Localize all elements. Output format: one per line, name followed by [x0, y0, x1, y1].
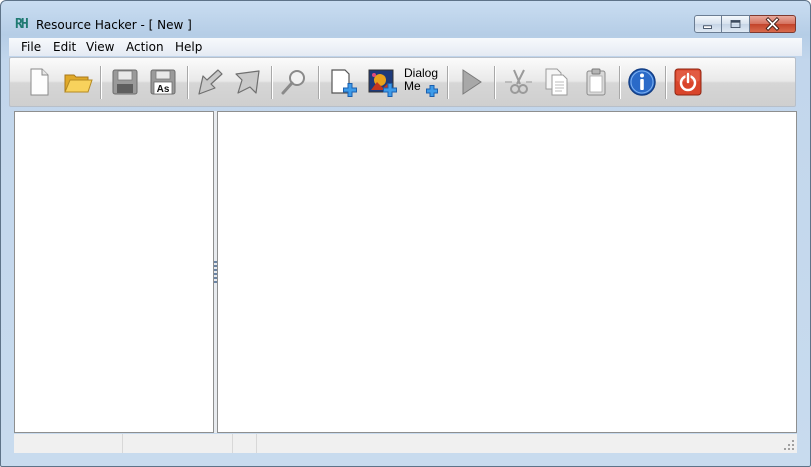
run-arrow-icon	[235, 70, 260, 94]
add-image-button[interactable]	[366, 66, 398, 98]
paste-button[interactable]	[580, 66, 612, 98]
dialog-menu-button[interactable]: Dialog Me	[404, 66, 444, 98]
status-cell-2	[123, 434, 233, 453]
save-button[interactable]	[109, 66, 141, 98]
paste-icon	[586, 68, 606, 96]
save-icon	[112, 69, 138, 95]
menu-help[interactable]: Help	[175, 39, 202, 55]
toolbar-separator	[100, 66, 102, 99]
resize-grip-icon[interactable]	[783, 439, 795, 451]
caption-buttons	[694, 15, 796, 33]
toolbar-separator	[619, 66, 621, 99]
add-resource-icon	[331, 69, 357, 97]
info-icon	[628, 68, 656, 96]
toolbar-separator	[318, 66, 320, 99]
open-folder-icon	[64, 74, 93, 93]
app-logo-icon: RH	[15, 17, 29, 32]
exit-button[interactable]	[672, 66, 704, 98]
find-button[interactable]	[278, 66, 310, 98]
app-window: RH Resource Hacker - [ New ] File Edit V…	[0, 0, 811, 467]
save-as-icon: As	[150, 69, 176, 95]
dialog-menu-icon	[426, 85, 438, 97]
new-file-icon	[30, 68, 49, 96]
new-button[interactable]	[23, 66, 55, 98]
toolbar-separator	[494, 66, 496, 99]
toolbar-separator	[271, 66, 273, 99]
close-button[interactable]	[750, 15, 796, 33]
close-icon	[765, 17, 780, 31]
play-icon	[462, 69, 482, 95]
maximize-button[interactable]	[722, 15, 750, 33]
menu-view[interactable]: View	[86, 39, 114, 55]
resource-tree-pane[interactable]	[14, 111, 214, 433]
menu-bar: File Edit View Action Help	[9, 38, 802, 56]
status-cell-3	[233, 434, 257, 453]
status-bar	[14, 434, 797, 453]
play-button[interactable]	[454, 66, 486, 98]
cut-icon	[505, 69, 532, 94]
open-button[interactable]	[62, 66, 94, 98]
add-resource-button[interactable]	[326, 66, 358, 98]
menu-action[interactable]: Action	[126, 39, 164, 55]
compile-icon	[198, 69, 223, 95]
run-script-button[interactable]	[232, 66, 264, 98]
status-cell-4	[257, 434, 777, 453]
maximize-icon	[730, 20, 741, 28]
compile-button[interactable]	[194, 66, 226, 98]
menu-edit[interactable]: Edit	[53, 39, 76, 55]
minimize-button[interactable]	[694, 15, 722, 33]
save-as-button[interactable]: As	[147, 66, 179, 98]
copy-icon	[545, 68, 568, 96]
minimize-icon	[703, 25, 712, 29]
toolbar-separator	[187, 66, 189, 99]
toolbar-separator	[447, 66, 449, 99]
add-image-icon	[368, 69, 397, 97]
copy-button[interactable]	[540, 66, 572, 98]
editor-pane[interactable]	[217, 111, 797, 433]
cut-button[interactable]	[502, 66, 534, 98]
menu-file[interactable]: File	[21, 39, 41, 55]
toolbar-separator	[665, 66, 667, 99]
find-icon	[281, 70, 305, 95]
toolbar: As Dialog Me	[9, 57, 796, 107]
window-title: Resource Hacker - [ New ]	[36, 18, 192, 32]
title-bar[interactable]: RH Resource Hacker - [ New ]	[1, 1, 810, 37]
exit-icon	[674, 68, 702, 96]
save-as-label: As	[157, 84, 170, 95]
status-cell-1	[14, 434, 123, 453]
about-button[interactable]	[626, 66, 658, 98]
